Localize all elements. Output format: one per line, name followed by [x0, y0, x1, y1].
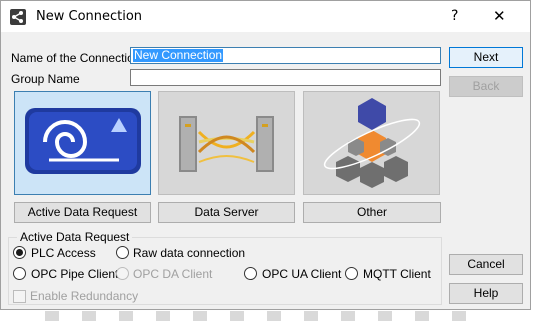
background-strip — [0, 311, 542, 321]
raw-data-connection-label[interactable]: Raw data connection — [133, 246, 245, 260]
connection-name-value: New Connection — [133, 48, 224, 62]
group-name-label: Group Name — [11, 72, 80, 86]
opc-ua-client-radio[interactable] — [244, 267, 257, 280]
opc-ua-client-label[interactable]: OPC UA Client — [262, 267, 341, 281]
other-cubes-icon — [323, 98, 421, 188]
active-data-request-icon — [25, 108, 141, 174]
plc-access-radio[interactable] — [13, 246, 26, 259]
window-title: New Connection — [36, 9, 143, 24]
help-button[interactable]: Help — [449, 283, 523, 304]
share-icon — [10, 9, 26, 25]
other-button[interactable]: Other — [303, 202, 441, 223]
opc-da-client-radio — [116, 267, 129, 280]
tile-other[interactable] — [303, 91, 440, 195]
mqtt-client-radio[interactable] — [345, 267, 358, 280]
connection-name-input[interactable]: New Connection — [130, 47, 441, 64]
back-button[interactable]: Back — [449, 76, 523, 97]
opc-pipe-client-label[interactable]: OPC Pipe Client — [31, 267, 118, 281]
mqtt-client-label[interactable]: MQTT Client — [363, 267, 431, 281]
group-name-input[interactable] — [130, 69, 441, 86]
plc-access-label[interactable]: PLC Access — [31, 246, 96, 260]
help-title-button[interactable]: ? — [451, 8, 458, 24]
close-button[interactable]: ✕ — [493, 7, 506, 25]
opc-da-client-label: OPC DA Client — [133, 267, 213, 281]
title-bar: New Connection ? ✕ — [1, 1, 530, 32]
new-connection-dialog: New Connection ? ✕ Name of the Connectio… — [0, 0, 531, 310]
enable-redundancy-checkbox — [13, 290, 26, 303]
tile-data-server[interactable] — [158, 91, 295, 195]
group-title: Active Data Request — [17, 230, 133, 244]
data-server-button[interactable]: Data Server — [158, 202, 295, 223]
cancel-button[interactable]: Cancel — [449, 254, 523, 275]
data-server-icon — [179, 116, 274, 172]
next-button[interactable]: Next — [449, 47, 523, 68]
raw-data-connection-radio[interactable] — [116, 246, 129, 259]
active-data-request-button[interactable]: Active Data Request — [14, 202, 151, 223]
enable-redundancy-label: Enable Redundancy — [30, 289, 139, 303]
tile-active-data-request[interactable] — [14, 91, 151, 195]
opc-pipe-client-radio[interactable] — [13, 267, 26, 280]
connection-name-label: Name of the Connection — [11, 51, 141, 65]
